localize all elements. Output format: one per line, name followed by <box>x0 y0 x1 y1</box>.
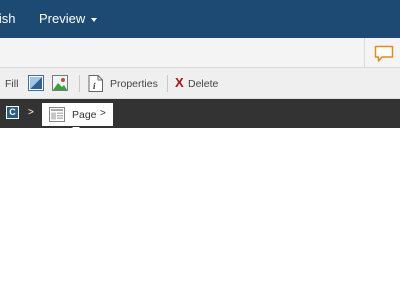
container-icon[interactable]: C <box>6 106 19 119</box>
properties-button[interactable]: Properties <box>110 68 158 99</box>
fill-label: Fill <box>5 77 19 90</box>
chevron-down-icon <box>91 17 98 22</box>
top-navigation-bar: lish Preview <box>0 0 400 38</box>
delete-icon[interactable]: X <box>175 76 184 90</box>
preview-menu[interactable]: Preview <box>39 11 98 26</box>
toolbar-divider <box>79 75 80 92</box>
page-layout-icon <box>49 107 65 122</box>
toolbar-divider <box>167 75 168 92</box>
delete-button[interactable]: Delete <box>188 68 218 99</box>
breadcrumb-separator: > <box>28 107 34 118</box>
publish-menu[interactable]: lish <box>0 11 16 26</box>
fill-color-icon[interactable] <box>28 75 44 91</box>
breadcrumb: C > Page > <box>0 99 400 128</box>
properties-icon[interactable]: i <box>88 75 103 92</box>
canvas-area[interactable] <box>0 128 400 300</box>
breadcrumb-separator: > <box>100 108 106 119</box>
breadcrumb-item-page[interactable]: Page > <box>42 103 113 126</box>
divider <box>364 38 365 68</box>
editor-toolbar: Fill i Properties X Delete <box>0 68 400 99</box>
breadcrumb-page-label: Page <box>72 109 97 121</box>
fill-image-icon[interactable] <box>52 75 68 91</box>
preview-label: Preview <box>39 11 86 26</box>
comment-icon[interactable] <box>374 45 394 63</box>
secondary-bar <box>0 38 400 68</box>
